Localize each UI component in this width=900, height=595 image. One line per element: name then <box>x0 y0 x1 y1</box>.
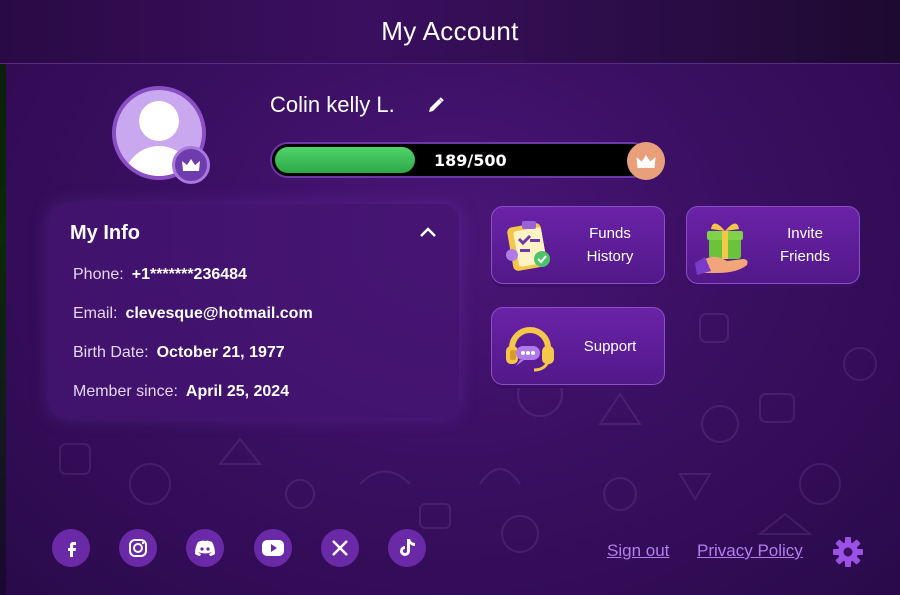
gear-icon[interactable] <box>832 536 864 568</box>
sign-out-link[interactable]: Sign out <box>607 541 669 561</box>
avatar-head <box>139 101 179 141</box>
member-since-label: Member since: <box>73 383 178 400</box>
my-info-card: My Info Phone: +1*******236484 Email: clev… <box>49 204 459 418</box>
support-button[interactable]: Support <box>491 307 665 385</box>
phone-label: Phone: <box>73 266 124 283</box>
facebook-icon[interactable] <box>52 529 90 567</box>
crown-badge-icon <box>172 146 210 184</box>
email-label: Email: <box>73 305 118 322</box>
chevron-up-icon[interactable] <box>419 226 437 238</box>
instagram-icon[interactable] <box>119 529 157 567</box>
funds-history-line1: Funds <box>589 225 631 242</box>
edit-icon[interactable] <box>427 96 445 114</box>
youtube-icon[interactable] <box>254 529 292 567</box>
member-since-row: Member since: April 25, 2024 <box>73 383 289 401</box>
tiktok-icon[interactable] <box>388 529 426 567</box>
invite-friends-button[interactable]: Invite Friends <box>686 206 860 284</box>
phone-value: +1*******236484 <box>131 266 247 283</box>
x-icon[interactable] <box>321 529 359 567</box>
invite-friends-line1: Invite <box>787 225 823 242</box>
header-bar: My Account <box>0 0 900 64</box>
account-panel: My Account Colin kelly L. 189/500 My Inf… <box>0 0 900 595</box>
gift-hand-icon <box>695 223 748 275</box>
privacy-policy-link[interactable]: Privacy Policy <box>697 541 803 561</box>
phone-row: Phone: +1*******236484 <box>73 266 247 284</box>
crown-icon <box>627 142 665 180</box>
progress-text: 189/500 <box>434 151 507 170</box>
username: Colin kelly L. <box>270 92 395 117</box>
discord-icon[interactable] <box>186 529 224 567</box>
page-title: My Account <box>381 16 519 46</box>
email-row: Email: clevesque@hotmail.com <box>73 305 313 323</box>
birth-date-value: October 21, 1977 <box>156 344 285 361</box>
member-since-value: April 25, 2024 <box>185 383 290 400</box>
headset-support-icon <box>506 327 554 372</box>
avatar-container[interactable] <box>112 86 210 184</box>
funds-history-line2: History <box>586 248 634 265</box>
birth-date-row: Birth Date: October 21, 1977 <box>73 344 285 362</box>
birth-date-label: Birth Date: <box>73 344 149 361</box>
funds-history-button[interactable]: Funds History <box>491 206 665 284</box>
invite-friends-line2: Friends <box>779 248 831 265</box>
my-info-title: My Info <box>70 222 140 244</box>
clipboard-checklist-icon <box>506 221 550 271</box>
invite-friends-label: Invite Friends <box>757 207 853 283</box>
level-progress-bar: 189/500 <box>270 142 650 178</box>
support-label: Support <box>583 337 637 355</box>
progress-fill <box>275 147 415 173</box>
funds-history-label: Funds History <box>562 207 658 283</box>
email-value: clevesque@hotmail.com <box>125 305 313 322</box>
